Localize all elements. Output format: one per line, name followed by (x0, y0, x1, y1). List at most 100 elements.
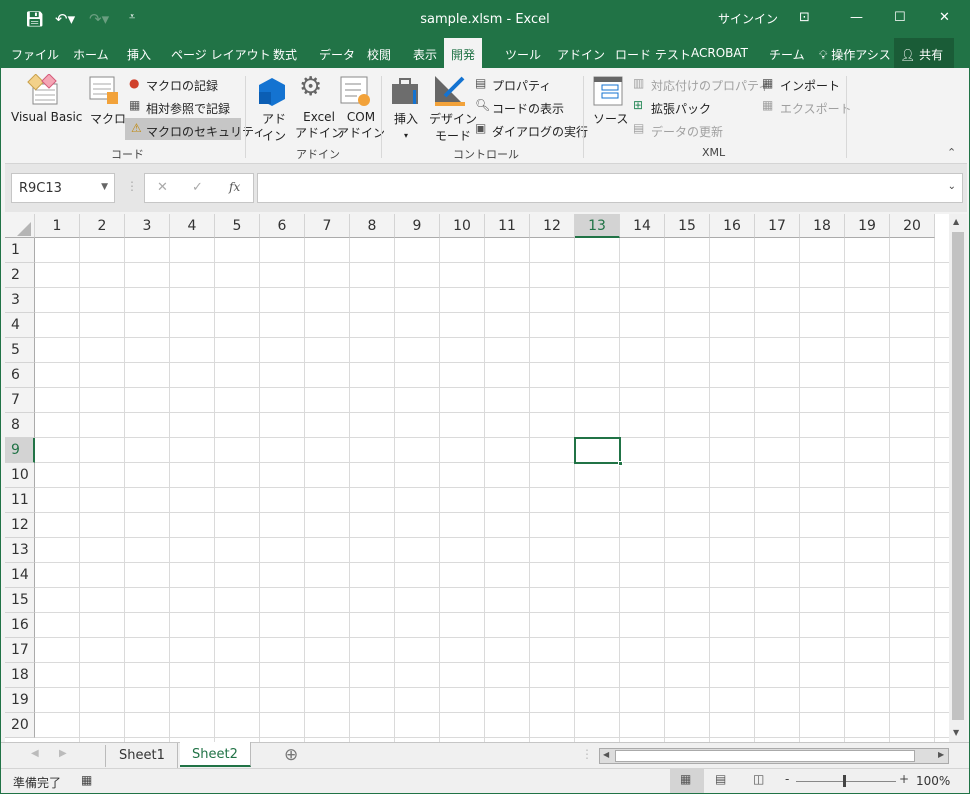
macro-record-status-icon[interactable]: ▦ (81, 773, 92, 787)
scroll-thumb[interactable] (615, 750, 915, 762)
macro-button[interactable]: マクロ (90, 110, 126, 127)
macro-security-button[interactable]: マクロのセキュリティ (146, 123, 265, 140)
insert-control-button[interactable]: 挿入 ▾ (394, 110, 418, 141)
expand-formula-bar-icon[interactable]: ⌄ (948, 181, 956, 192)
cancel-icon[interactable]: ✕ (157, 180, 168, 195)
column-header[interactable]: 4 (170, 214, 215, 238)
normal-view-button[interactable]: ▦ (670, 769, 704, 793)
scroll-right-icon[interactable]: ▶ (938, 750, 944, 759)
name-box[interactable]: R9C13 ▼ (11, 173, 115, 203)
row-header[interactable]: 4 (5, 313, 35, 338)
tab-7[interactable]: 表示 (413, 46, 437, 63)
visual-basic-button[interactable]: Visual Basic (11, 110, 82, 124)
column-header[interactable]: 7 (305, 214, 350, 238)
row-header[interactable]: 5 (5, 338, 35, 363)
tab-11[interactable]: ロード テスト (615, 46, 691, 63)
page-break-view-icon[interactable]: ◫ (753, 772, 764, 786)
row-header[interactable]: 13 (5, 538, 35, 563)
tab-9[interactable]: ツール (505, 46, 541, 63)
row-header[interactable]: 15 (5, 588, 35, 613)
xml-source-button[interactable]: ソース (593, 110, 628, 127)
design-mode-button[interactable]: デザイン モード (429, 110, 477, 144)
ribbon-display-options-icon[interactable]: ⊡ (799, 10, 810, 25)
tab-12[interactable]: ACROBAT (691, 46, 748, 60)
run-dialog-button[interactable]: ダイアログの実行 (492, 123, 588, 140)
tab-3[interactable]: ページ レイアウト (171, 46, 271, 63)
row-header[interactable]: 12 (5, 513, 35, 538)
row-header[interactable]: 9 (5, 438, 35, 463)
import-button[interactable]: インポート (780, 77, 840, 94)
tab-8[interactable]: 開発 (444, 38, 483, 68)
tell-me-button[interactable]: 💡︎ 操作アシス (819, 46, 891, 63)
column-header[interactable]: 1 (35, 214, 80, 238)
tab-13[interactable]: チーム (769, 46, 805, 63)
column-header[interactable]: 18 (800, 214, 845, 238)
column-header[interactable]: 10 (440, 214, 485, 238)
column-header[interactable]: 15 (665, 214, 710, 238)
column-header[interactable]: 2 (80, 214, 125, 238)
row-header[interactable]: 6 (5, 363, 35, 388)
row-header[interactable]: 17 (5, 638, 35, 663)
row-header[interactable]: 8 (5, 413, 35, 438)
relative-reference-button[interactable]: 相対参照で記録 (146, 100, 230, 117)
row-header[interactable]: 2 (5, 263, 35, 288)
map-properties-button[interactable]: 対応付けのプロパティ (651, 77, 770, 94)
column-header[interactable]: 11 (485, 214, 530, 238)
tab-5[interactable]: データ (319, 46, 355, 63)
zoom-level[interactable]: 100% (916, 774, 950, 788)
column-header[interactable]: 3 (125, 214, 170, 238)
export-button[interactable]: エクスポート (780, 100, 852, 117)
row-header[interactable]: 19 (5, 688, 35, 713)
column-header[interactable]: 9 (395, 214, 440, 238)
insert-function-button[interactable]: fx (229, 180, 240, 194)
tab-1[interactable]: ホーム (73, 46, 109, 63)
selected-cell[interactable] (574, 437, 623, 466)
refresh-data-button[interactable]: データの更新 (651, 123, 723, 140)
scroll-up-icon[interactable]: ▲ (953, 217, 959, 226)
properties-button[interactable]: プロパティ (492, 77, 551, 94)
tab-0[interactable]: ファイル (11, 46, 59, 63)
collapse-ribbon-icon[interactable]: ⌃ (947, 146, 956, 159)
sheet-tab-2[interactable]: Sheet2 (180, 742, 251, 767)
prev-sheet-icon[interactable]: ◀ (31, 748, 39, 759)
spreadsheet-grid[interactable]: 1 2 3 4 5 6 7 8 9 10 11 12 13 14 15 16 17 18 19 20 1 2 3 4 5 6 7 8 9… (5, 214, 949, 742)
record-macro-button[interactable]: マクロの記録 (146, 77, 218, 94)
column-header[interactable]: 17 (755, 214, 800, 238)
expansion-pack-button[interactable]: 拡張パック (651, 100, 711, 117)
column-header[interactable]: 12 (530, 214, 575, 238)
row-header[interactable]: 3 (5, 288, 35, 313)
column-header[interactable]: 5 (215, 214, 260, 238)
row-header[interactable]: 10 (5, 463, 35, 488)
scroll-left-icon[interactable]: ◀ (603, 750, 609, 759)
row-header[interactable]: 1 (5, 238, 35, 263)
row-header[interactable]: 16 (5, 613, 35, 638)
addin-button[interactable]: アド イン (262, 110, 286, 144)
tab-6[interactable]: 校閲 (367, 46, 391, 63)
close-icon[interactable]: ✕ (939, 10, 950, 25)
excel-addin-button[interactable]: Excel アドイン (295, 110, 343, 141)
tab-10[interactable]: アドイン (557, 46, 605, 63)
column-header[interactable]: 6 (260, 214, 305, 238)
minimize-icon[interactable]: — (850, 10, 863, 25)
horizontal-scrollbar[interactable]: ◀ ▶ (599, 748, 949, 764)
row-header[interactable]: 18 (5, 663, 35, 688)
fill-handle[interactable] (618, 461, 623, 466)
tab-4[interactable]: 数式 (273, 46, 297, 63)
zoom-slider-thumb[interactable] (843, 775, 846, 787)
share-button[interactable]: 👤︎ 共有 (894, 38, 954, 68)
select-all-button[interactable] (5, 214, 35, 238)
formula-input[interactable]: ⌄ (257, 173, 963, 203)
column-header[interactable]: 13 (575, 214, 620, 238)
row-header[interactable]: 20 (5, 713, 35, 738)
scroll-down-icon[interactable]: ▼ (953, 728, 959, 737)
vertical-scrollbar[interactable]: ▲ ▼ (949, 214, 967, 742)
enter-icon[interactable]: ✓ (192, 180, 203, 195)
com-addin-button[interactable]: COM アドイン (337, 110, 385, 141)
chevron-down-icon[interactable]: ▼ (101, 182, 108, 192)
zoom-slider[interactable] (796, 781, 896, 782)
column-header[interactable]: 14 (620, 214, 665, 238)
column-header[interactable]: 8 (350, 214, 395, 238)
zoom-out-button[interactable]: - (785, 772, 789, 786)
row-header[interactable]: 14 (5, 563, 35, 588)
page-layout-view-icon[interactable]: ▤ (715, 772, 726, 786)
